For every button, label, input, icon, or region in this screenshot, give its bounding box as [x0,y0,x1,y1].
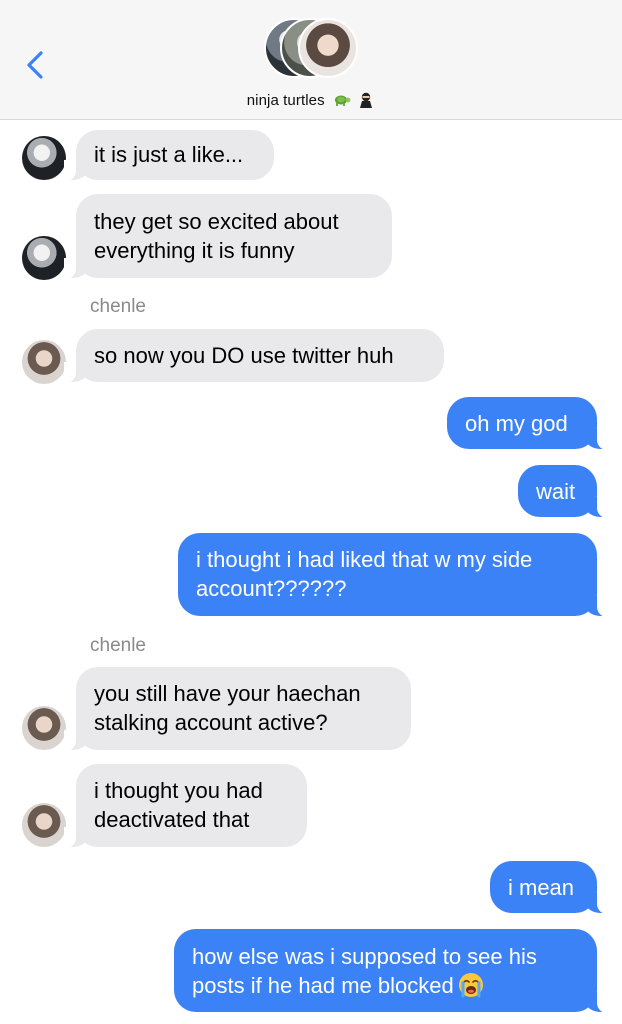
incoming-message-bubble[interactable]: they get so excited about everything it … [64,194,392,279]
outgoing-message-bubble[interactable]: i thought i had liked that w my side acc… [178,533,609,617]
message-text: oh my god [465,411,568,436]
message-text: wait [536,479,576,504]
avatar[interactable] [22,236,66,280]
conversation-header: ninja turtles [0,0,622,120]
avatar[interactable] [22,706,66,750]
message-line: i thought you had [94,778,263,803]
sender-name: chenle [90,296,146,317]
incoming-message-bubble[interactable]: you still have your haechan stalking acc… [64,667,411,751]
outgoing-message-bubble[interactable]: how else was i supposed to see his posts… [174,929,609,1013]
sender-name: chenle [90,635,146,656]
message-text: it is just a like... [94,142,244,167]
incoming-message-bubble[interactable]: so now you DO use twitter huh [64,329,444,383]
avatar[interactable] [22,136,66,180]
message-line: deactivated that [94,807,250,832]
ninja-emoji-icon [360,92,373,108]
avatar[interactable] [22,803,66,847]
message-line-wrap: posts if he had me blocked [192,971,579,1000]
member-avatar [298,18,358,78]
message-text: so now you DO use twitter huh [94,343,394,368]
message-line: account?????? [196,576,347,601]
message-text: i mean [508,875,575,900]
message-line: how else was i supposed to see his [192,944,537,969]
loudly-crying-face-icon [458,973,483,998]
back-chevron-icon[interactable] [22,50,48,80]
message-line: i thought i had liked that w my side [196,547,533,572]
message-line: posts if he had me blocked [192,973,454,998]
message-line: they get so excited about [94,209,339,234]
incoming-message-bubble[interactable]: i thought you had deactivated that [64,764,307,848]
group-avatar-stack[interactable] [264,18,360,82]
message-line: everything it is funny [94,238,295,263]
outgoing-message-bubble[interactable]: oh my god [447,397,609,450]
message-line: you still have your haechan [94,681,361,706]
group-name-text: ninja turtles [246,92,325,109]
turtle-emoji-icon [335,95,351,106]
outgoing-message-bubble[interactable]: wait [518,465,609,518]
incoming-message-bubble[interactable]: it is just a like... [64,130,274,181]
message-line: stalking account active? [94,710,328,735]
avatar[interactable] [22,340,66,384]
outgoing-message-bubble[interactable]: i mean [490,861,609,914]
group-title[interactable]: ninja turtles [0,92,622,109]
